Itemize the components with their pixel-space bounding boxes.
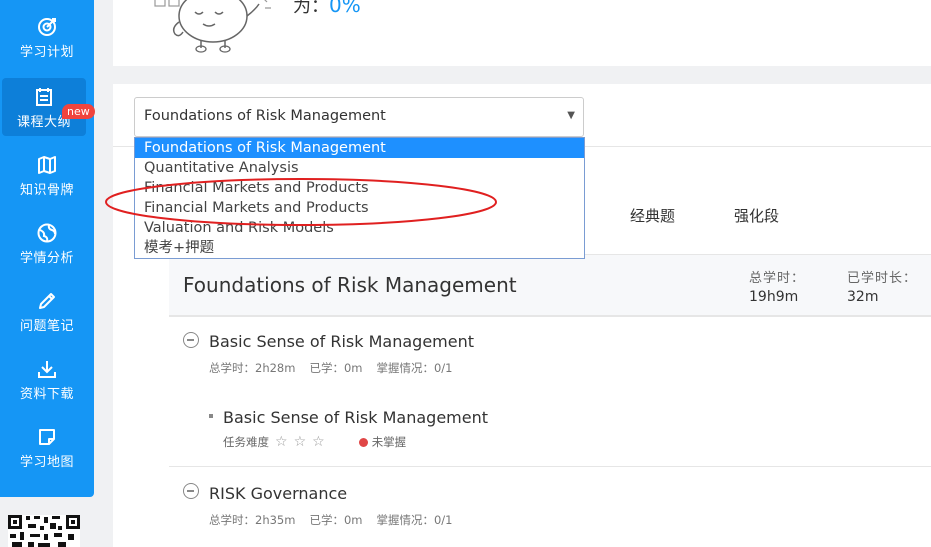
- pencil-icon: [39, 293, 55, 309]
- sidebar-item-label: 知识骨牌: [19, 183, 74, 198]
- chapter-total: 总学时：2h28m: [209, 361, 296, 375]
- chevron-down-icon: ▼: [567, 110, 575, 121]
- chapter-item[interactable]: Basic Sense of Risk Management 总学时：2h28m…: [169, 316, 931, 390]
- qr-code-icon: [8, 515, 80, 547]
- progress-card: 为：0%: [113, 0, 931, 66]
- sidebar-item-study-map[interactable]: 学习地图: [0, 426, 94, 490]
- sidebar-item-label: 学情分析: [19, 251, 74, 266]
- chapter-meta: 总学时：2h35m 已学：0m 掌握情况：0/1: [209, 512, 467, 528]
- divider: [169, 466, 931, 467]
- download-icon: [38, 361, 56, 378]
- tab-intensive-stage[interactable]: 强化段: [734, 205, 779, 226]
- sidebar-item-syllabus[interactable]: 课程大纲 new: [2, 78, 95, 136]
- chapter-studied: 已学：0m: [309, 513, 363, 527]
- globe-icon: [37, 223, 57, 243]
- dropdown-option[interactable]: Quantitative Analysis: [135, 158, 584, 178]
- map-icon: [38, 156, 56, 174]
- chapter-item[interactable]: RISK Governance 总学时：2h35m 已学：0m 掌握情况：0/1: [169, 468, 931, 547]
- star-icon: ☆: [275, 434, 288, 450]
- chapter-title: Basic Sense of Risk Management: [209, 332, 475, 351]
- status-dot-icon: [358, 437, 368, 447]
- annotation-ellipse: [105, 178, 497, 226]
- star-icon: ☆: [312, 434, 325, 450]
- chapter-mastery: 掌握情况：0/1: [376, 361, 453, 375]
- chapter-meta: 总学时：2h28m 已学：0m 掌握情况：0/1: [209, 360, 467, 376]
- course-select[interactable]: Foundations of Risk Management ▼: [134, 97, 584, 137]
- bullet-icon: [209, 414, 213, 418]
- task-item[interactable]: Basic Sense of Risk Management 任务难度 ☆ ☆ …: [169, 390, 931, 466]
- chapter-title: RISK Governance: [209, 484, 348, 503]
- difficulty-label: 任务难度: [223, 435, 269, 449]
- sidebar: 学习计划 课程大纲 new 知识骨牌 学情分析 问题笔记 资料下载 学习地图: [0, 0, 95, 497]
- target-icon: [38, 18, 56, 36]
- sidebar-item-analysis[interactable]: 学情分析: [0, 222, 94, 286]
- star-icon: ☆: [293, 434, 307, 450]
- total-hours-label: 总学时：: [749, 271, 806, 286]
- sidebar-item-knowledge[interactable]: 知识骨牌: [0, 154, 94, 218]
- sidebar-item-downloads[interactable]: 资料下载: [0, 358, 94, 422]
- sticky-note-icon: [39, 429, 55, 445]
- sidebar-item-study-plan[interactable]: 学习计划: [0, 16, 94, 80]
- collapse-icon[interactable]: [183, 332, 199, 348]
- course-header: Foundations of Risk Management 总学时： 19h9…: [169, 254, 931, 316]
- sidebar-item-label: 问题笔记: [19, 319, 74, 334]
- dropdown-option[interactable]: 模考+押题: [135, 238, 584, 258]
- sidebar-item-notes[interactable]: 问题笔记: [0, 290, 94, 354]
- calendar-list-icon: [36, 88, 52, 106]
- sidebar-item-label: 资料下载: [19, 387, 74, 402]
- chapter-mastery: 掌握情况：0/1: [376, 513, 453, 527]
- chapter-total: 总学时：2h35m: [209, 513, 296, 527]
- course-title: Foundations of Risk Management: [183, 273, 517, 297]
- sidebar-item-label: 学习计划: [19, 45, 74, 60]
- task-meta: 任务难度 ☆ ☆ ☆ 未掌握: [223, 434, 406, 450]
- progress-value: 0%: [329, 0, 361, 17]
- studied-hours-value: 32m: [847, 289, 879, 305]
- dropdown-option[interactable]: Foundations of Risk Management: [135, 138, 584, 158]
- new-badge: new: [62, 104, 95, 119]
- collapse-icon[interactable]: [183, 483, 199, 499]
- task-status: 未掌握: [371, 435, 407, 449]
- progress-prefix: 为：: [293, 0, 329, 17]
- total-hours-value: 19h9m: [749, 289, 799, 305]
- course-select-value: Foundations of Risk Management: [144, 108, 386, 124]
- chapter-studied: 已学：0m: [309, 361, 363, 375]
- mascot-icon: [154, 0, 271, 53]
- progress-text: 为：0%: [293, 0, 361, 18]
- sidebar-item-label: 学习地图: [19, 455, 74, 470]
- studied-hours-label: 已学时长：: [847, 271, 918, 286]
- tab-classic-questions[interactable]: 经典题: [630, 205, 675, 226]
- divider: [169, 316, 931, 317]
- task-title: Basic Sense of Risk Management: [223, 408, 489, 427]
